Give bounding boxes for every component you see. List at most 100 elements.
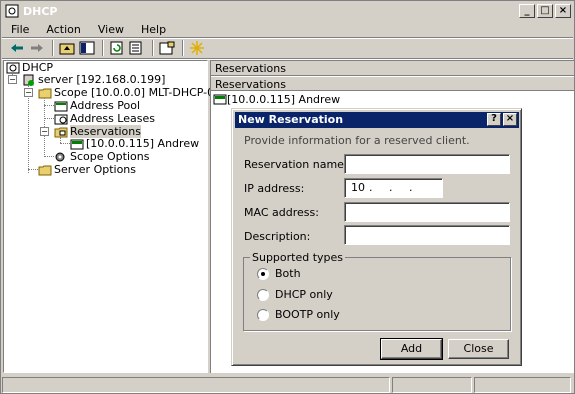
tree-item-reservation-label: [10.0.0.115] Andrew bbox=[86, 137, 200, 150]
supported-types-group: Supported types Both DHCP only BOOTP onl… bbox=[243, 251, 511, 331]
scope-options-icon bbox=[55, 152, 65, 161]
tree-item-scope-options[interactable]: Scope Options bbox=[54, 150, 149, 163]
radio-both[interactable]: Both bbox=[257, 267, 301, 280]
status-pane-main bbox=[2, 377, 390, 393]
column-header-reservations[interactable]: Reservations bbox=[211, 76, 574, 91]
reservations-folder-icon bbox=[54, 127, 68, 137]
radio-empty-icon bbox=[257, 308, 269, 321]
back-icon bbox=[11, 44, 23, 52]
ip-address-input[interactable]: 10 . . . bbox=[344, 178, 443, 198]
menu-view[interactable]: View bbox=[89, 23, 132, 36]
radio-dhcp-only-label: DHCP only bbox=[275, 288, 333, 301]
tree-expander-scope[interactable]: − bbox=[24, 88, 33, 97]
toolbar bbox=[2, 38, 573, 58]
dhcp-app-icon bbox=[5, 4, 19, 18]
new-reservation-dialog: New Reservation ? × Provide information … bbox=[231, 108, 522, 366]
menu-help[interactable]: Help bbox=[132, 23, 174, 36]
reservation-client-icon bbox=[213, 94, 227, 105]
add-button[interactable]: Add bbox=[380, 338, 443, 360]
export-list-button[interactable] bbox=[128, 40, 146, 56]
refresh-button[interactable] bbox=[108, 40, 126, 56]
list-item[interactable]: [10.0.0.115] Andrew bbox=[211, 91, 574, 107]
dialog-title: New Reservation bbox=[238, 113, 344, 126]
toolbar-separator bbox=[52, 40, 54, 56]
tree-expander-server[interactable]: − bbox=[8, 75, 17, 84]
reservation-client-icon bbox=[70, 139, 84, 149]
tree-item-server-options[interactable]: Server Options bbox=[38, 163, 136, 176]
server-options-icon bbox=[38, 165, 52, 175]
new-button[interactable] bbox=[188, 40, 206, 56]
description-label: Description: bbox=[244, 230, 311, 243]
status-pane-2 bbox=[392, 377, 472, 393]
tree-item-address-leases[interactable]: Address Leases bbox=[54, 112, 155, 125]
forward-button[interactable] bbox=[28, 40, 46, 56]
mac-address-input[interactable] bbox=[344, 202, 510, 222]
up-folder-icon bbox=[59, 43, 75, 55]
radio-bootp-only-label: BOOTP only bbox=[275, 308, 340, 321]
window-title: DHCP bbox=[23, 4, 58, 18]
up-level-button[interactable] bbox=[58, 40, 76, 56]
status-pane-3 bbox=[474, 377, 571, 393]
tree-line bbox=[44, 118, 54, 119]
tree-item-scope-label: Scope [10.0.0.0] MLT-DHCP-01 bbox=[54, 86, 222, 99]
tree-item-scope[interactable]: Scope [10.0.0.0] MLT-DHCP-01 bbox=[38, 86, 221, 99]
tree-line bbox=[44, 156, 54, 157]
mac-address-label: MAC address: bbox=[244, 206, 319, 219]
menu-file[interactable]: File bbox=[2, 23, 37, 36]
list-item-label: [10.0.0.115] Andrew bbox=[227, 92, 341, 106]
show-hide-tree-button[interactable] bbox=[78, 40, 96, 56]
minimize-button[interactable]: _ bbox=[519, 4, 535, 18]
radio-dhcp-only[interactable]: DHCP only bbox=[257, 288, 333, 301]
supported-types-title: Supported types bbox=[250, 251, 346, 264]
ip-dot: . bbox=[409, 181, 413, 194]
tree-item-reservation[interactable]: [10.0.0.115] Andrew bbox=[70, 137, 199, 150]
refresh-icon bbox=[110, 41, 123, 55]
tree-line bbox=[28, 85, 29, 173]
status-bar bbox=[2, 377, 573, 393]
reservation-name-input[interactable] bbox=[344, 154, 510, 174]
menu-bar: File Action View Help bbox=[2, 21, 573, 37]
tree-expander-reservations[interactable]: − bbox=[40, 127, 49, 136]
dialog-close-button[interactable]: × bbox=[503, 113, 517, 126]
export-list-icon bbox=[129, 41, 142, 55]
ip-octet-1: 10 bbox=[351, 181, 365, 194]
tree-line bbox=[44, 105, 54, 106]
tree-item-address-pool[interactable]: Address Pool bbox=[54, 99, 140, 112]
address-leases-icon bbox=[54, 114, 68, 124]
back-button[interactable] bbox=[8, 40, 26, 56]
ip-dot: . bbox=[389, 181, 393, 194]
tree-item-server-options-label: Server Options bbox=[54, 163, 137, 176]
tree-item-server[interactable]: server [192.168.0.199] bbox=[22, 73, 165, 86]
ip-dot: . bbox=[369, 181, 373, 194]
properties-icon bbox=[159, 41, 175, 55]
radio-bootp-only[interactable]: BOOTP only bbox=[257, 308, 340, 321]
tree-line bbox=[60, 143, 70, 144]
title-bar: DHCP _ □ × bbox=[2, 2, 573, 20]
close-button[interactable]: × bbox=[555, 4, 571, 18]
toolbar-separator bbox=[102, 40, 104, 56]
tree-pane[interactable]: DHCP − server [192.168.0.199] − Scope [1… bbox=[3, 60, 221, 373]
ip-address-label: IP address: bbox=[244, 182, 305, 195]
properties-button[interactable] bbox=[158, 40, 176, 56]
address-pool-icon bbox=[54, 101, 68, 111]
server-icon bbox=[23, 74, 34, 86]
description-input[interactable] bbox=[344, 225, 510, 245]
dialog-intro: Provide information for a reserved clien… bbox=[244, 134, 470, 147]
new-icon bbox=[190, 41, 204, 55]
radio-empty-icon bbox=[257, 288, 269, 301]
help-button[interactable]: ? bbox=[487, 113, 501, 126]
radio-both-label: Both bbox=[275, 267, 301, 280]
tree-item-address-leases-label: Address Leases bbox=[70, 112, 155, 125]
folder-icon bbox=[38, 88, 52, 98]
toolbar-separator bbox=[182, 40, 184, 56]
dialog-title-bar: New Reservation ? × bbox=[235, 112, 519, 128]
show-hide-tree-icon bbox=[79, 41, 95, 55]
toolbar-separator bbox=[152, 40, 154, 56]
tree-line bbox=[28, 169, 38, 170]
menu-action[interactable]: Action bbox=[37, 23, 88, 36]
maximize-button[interactable]: □ bbox=[537, 4, 553, 18]
forward-icon bbox=[31, 44, 43, 52]
tree-item-address-pool-label: Address Pool bbox=[70, 99, 141, 112]
close-dialog-button[interactable]: Close bbox=[448, 339, 509, 359]
dhcp-icon bbox=[6, 62, 20, 73]
